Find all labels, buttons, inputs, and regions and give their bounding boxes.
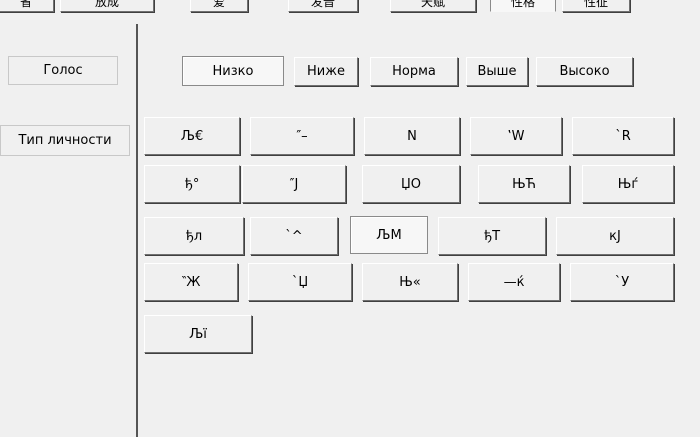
pitch-lower-label: Ниже [307, 64, 345, 79]
personality-button[interactable]: N [364, 117, 460, 155]
tab-label: 爱 [212, 0, 225, 9]
voice-label: Голос [8, 56, 118, 85]
personality-label: Њ« [399, 274, 421, 290]
tab-7[interactable]: 性征 [562, 0, 630, 12]
personality-label: ‶Ж [181, 274, 201, 290]
personality-label: ЊЋ [512, 176, 536, 192]
tab-label: 性格 [510, 0, 535, 9]
personality-button[interactable]: кЈ [556, 217, 674, 255]
personality-button[interactable]: ђ° [144, 165, 240, 203]
personality-label: ђл [185, 228, 203, 244]
personality-label: ″Ј [289, 176, 299, 192]
tab-label: 天赋 [420, 0, 445, 9]
tab-3[interactable]: 爱 [190, 0, 248, 12]
pitch-low-button[interactable]: Низко [182, 56, 284, 86]
tab-5[interactable]: 天赋 [390, 0, 476, 12]
personality-button[interactable]: ђТ [438, 217, 546, 255]
tab-6[interactable]: 性格 [490, 0, 556, 12]
personality-button[interactable]: ″– [250, 117, 354, 155]
personality-button[interactable]: `У [570, 263, 674, 301]
tab-label: 性征 [583, 0, 608, 9]
pitch-high-button[interactable]: Высоко [536, 57, 633, 86]
tab-2[interactable]: 放成 [60, 0, 154, 12]
personality-label: `Џ [291, 274, 309, 290]
personality-button-selected[interactable]: ЉМ [350, 216, 428, 254]
personality-button[interactable]: Њѓ [582, 165, 674, 203]
tab-1[interactable]: 省 [0, 0, 54, 12]
personality-button[interactable]: Њ« [362, 263, 458, 301]
personality-button[interactable]: ″Ј [242, 165, 346, 203]
personality-button[interactable]: `R [572, 117, 674, 155]
vertical-divider [136, 24, 138, 437]
personality-label: —ќ [503, 274, 525, 290]
personality-label: Њѓ [617, 176, 639, 192]
pitch-normal-label: Норма [392, 64, 436, 79]
personality-label: `R [615, 128, 631, 144]
personality-label: `У [614, 274, 630, 290]
tab-label: 放成 [94, 0, 119, 9]
pitch-lower-button[interactable]: Ниже [294, 57, 358, 86]
tab-4[interactable]: 发音 [288, 0, 358, 12]
personality-button[interactable]: ЊЋ [478, 165, 570, 203]
personality-button[interactable]: ‶Ж [144, 263, 238, 301]
pitch-high-label: Высоко [559, 64, 610, 79]
personality-button[interactable]: `Џ [248, 263, 352, 301]
personality-button[interactable]: ђл [144, 217, 244, 255]
tab-label: 省 [19, 0, 32, 9]
personality-button[interactable]: `^ [250, 217, 338, 255]
pitch-higher-label: Выше [477, 64, 517, 79]
personality-label: ђ° [184, 176, 200, 192]
personality-label: Тип личности [0, 125, 130, 156]
voice-label-text: Голос [43, 63, 83, 78]
pitch-normal-button[interactable]: Норма [370, 57, 458, 86]
personality-label: `^ [285, 228, 303, 244]
tab-label: 发音 [310, 0, 335, 9]
personality-button[interactable]: —ќ [468, 263, 560, 301]
pitch-higher-button[interactable]: Выше [466, 57, 528, 86]
personality-button[interactable]: Љ€ [144, 117, 240, 155]
personality-button[interactable]: Љї [144, 315, 252, 353]
personality-label: ‛W [507, 128, 525, 144]
personality-label: Љї [189, 326, 207, 342]
personality-label: Љ€ [180, 128, 204, 144]
personality-label: ЉМ [376, 227, 402, 243]
personality-label: кЈ [609, 228, 621, 244]
personality-label: ђТ [483, 228, 501, 244]
personality-label-text: Тип личности [18, 133, 112, 148]
personality-button[interactable]: ЏО [362, 165, 460, 203]
personality-label: ″– [296, 128, 308, 144]
personality-label: N [407, 128, 417, 144]
personality-label: ЏО [400, 176, 421, 192]
pitch-low-label: Низко [212, 63, 254, 79]
personality-button[interactable]: ‛W [470, 117, 562, 155]
